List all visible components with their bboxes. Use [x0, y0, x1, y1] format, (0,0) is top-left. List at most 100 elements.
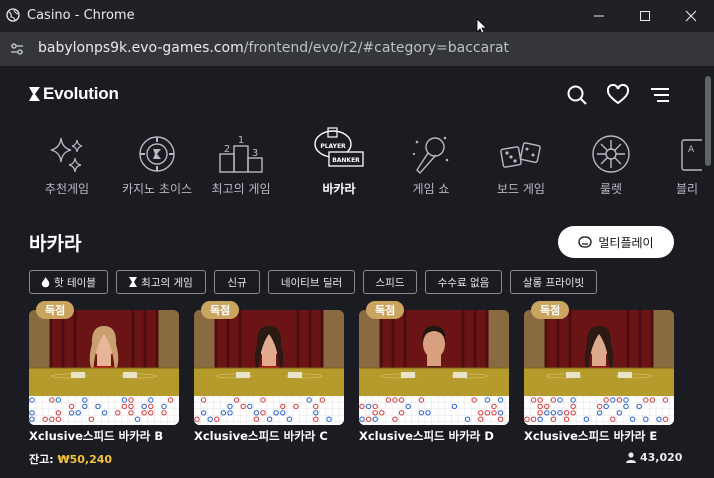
dealer-video-preview: [194, 310, 344, 396]
category-blackjack[interactable]: A 블리: [652, 134, 702, 204]
category-label: 게임 쇼: [386, 180, 476, 197]
menu-icon[interactable]: [649, 84, 671, 106]
table-name[interactable]: Xclusive스피드 바카라 B: [29, 428, 163, 444]
baccarat-icon: PLAYER BANKER: [311, 126, 367, 172]
minimize-button[interactable]: [576, 0, 622, 32]
exclusive-badge: 독점: [531, 301, 569, 319]
url-text[interactable]: babylonps9k.evo-games.com/frontend/evo/r…: [38, 40, 509, 56]
brand-name: Evolution: [43, 84, 119, 104]
scoreboard-roadmap: [194, 396, 344, 425]
sparkles-icon: [45, 134, 89, 176]
address-bar[interactable]: babylonps9k.evo-games.com/frontend/evo/r…: [0, 32, 714, 66]
scoreboard-roadmap: [524, 396, 674, 425]
table-card[interactable]: [194, 310, 344, 425]
minimize-icon: [593, 10, 605, 22]
filter-label: 최고의 게임: [141, 275, 193, 290]
dealer-video-preview: [29, 310, 179, 396]
svg-text:PLAYER: PLAYER: [320, 143, 346, 150]
filter-label: 수수료 없음: [438, 275, 490, 290]
close-button[interactable]: [668, 0, 714, 32]
filter-label: 살롱 프라이빗: [523, 275, 584, 290]
multi-play-label: 멀티플레이: [598, 234, 653, 251]
svg-text:A: A: [688, 145, 695, 155]
filter-label: 신규: [227, 275, 246, 290]
dealer-video-preview: [359, 310, 509, 396]
filter-hot-tables[interactable]: 핫 테이블: [29, 270, 108, 294]
category-label: 바카라: [294, 180, 384, 197]
search-icon[interactable]: [566, 84, 588, 106]
maximize-icon: [639, 10, 651, 22]
casino-page: Evolution 추천게임 카지노 초이스 1 2 3 최고의 게임 PLAY…: [0, 66, 702, 478]
section-title: 바카라: [29, 229, 81, 256]
filter-top-games[interactable]: 최고의 게임: [116, 270, 206, 294]
microphone-icon: [409, 134, 453, 176]
filter-label: 네이티브 딜러: [281, 275, 342, 290]
category-label: 추천게임: [22, 180, 112, 197]
exclusive-badge: 독점: [366, 301, 404, 319]
table-name[interactable]: Xclusive스피드 바카라 C: [194, 428, 328, 444]
filter-label: 핫 테이블: [54, 275, 96, 290]
scoreboard-roadmap: [359, 396, 509, 425]
category-label: 룰렛: [566, 180, 656, 197]
dealer-video-preview: [524, 310, 674, 396]
scrollbar-thumb[interactable]: [705, 76, 711, 166]
category-label: 블리: [676, 180, 702, 197]
chip-icon: [135, 134, 179, 176]
filter-native-dealer[interactable]: 네이티브 딜러: [268, 270, 355, 294]
flame-icon: [41, 277, 50, 288]
dice-icon: [498, 134, 544, 176]
filter-new[interactable]: 신규: [214, 270, 260, 294]
evolution-logo[interactable]: Evolution: [28, 84, 119, 104]
category-roulette[interactable]: 룰렛: [566, 134, 656, 204]
category-top-games[interactable]: 1 2 3 최고의 게임: [196, 134, 286, 204]
filter-label: 스피드: [376, 275, 405, 290]
table-card[interactable]: [524, 310, 674, 425]
player-count-value: 43,020: [640, 451, 682, 464]
exclusive-badge: 독점: [201, 301, 239, 319]
evo-icon: [129, 277, 137, 287]
svg-text:3: 3: [252, 148, 258, 159]
category-label: 보드 게임: [476, 180, 566, 197]
cards-icon: A: [672, 134, 702, 176]
category-nav: 추천게임 카지노 초이스 1 2 3 최고의 게임 PLAYER BANKER …: [0, 134, 702, 204]
user-icon: [626, 452, 636, 463]
maximize-button[interactable]: [622, 0, 668, 32]
table-name[interactable]: Xclusive스피드 바카라 D: [359, 428, 494, 444]
multi-play-icon: [578, 236, 592, 248]
category-recommended[interactable]: 추천게임: [22, 134, 112, 204]
filter-speed[interactable]: 스피드: [363, 270, 417, 294]
balance: 잔고: ₩50,240: [29, 451, 112, 467]
category-baccarat[interactable]: PLAYER BANKER 바카라: [294, 134, 384, 204]
window-titlebar: Casino - Chrome: [0, 0, 714, 32]
table-card[interactable]: [29, 310, 179, 425]
close-icon: [685, 10, 697, 22]
table-card[interactable]: [359, 310, 509, 425]
table-name[interactable]: Xclusive스피드 바카라 E: [524, 428, 657, 444]
svg-text:1: 1: [238, 135, 244, 146]
window-title: Casino - Chrome: [27, 8, 135, 23]
svg-text:2: 2: [224, 144, 230, 155]
roulette-icon: [589, 134, 633, 176]
podium-icon: 1 2 3: [216, 134, 266, 176]
page-scrollbar[interactable]: [702, 66, 714, 478]
category-label: 카지노 초이스: [112, 180, 202, 197]
exclusive-badge: 독점: [36, 301, 74, 319]
evolution-logo-icon: [28, 86, 41, 102]
multi-play-button[interactable]: 멀티플레이: [558, 226, 674, 258]
url-host: babylonps9k.evo-games.com: [38, 40, 244, 56]
scoreboard-roadmap: [29, 396, 179, 425]
balance-label: 잔고:: [29, 453, 54, 466]
site-settings-icon[interactable]: [9, 41, 25, 57]
globe-icon: [6, 8, 20, 22]
category-casino-choice[interactable]: 카지노 초이스: [112, 134, 202, 204]
player-count: 43,020: [626, 451, 682, 464]
balance-amount: ₩50,240: [57, 453, 112, 466]
filter-no-commission[interactable]: 수수료 없음: [425, 270, 502, 294]
category-label: 최고의 게임: [196, 180, 286, 197]
category-board-games[interactable]: 보드 게임: [476, 134, 566, 204]
svg-text:BANKER: BANKER: [332, 157, 360, 164]
favorites-heart-icon[interactable]: [607, 84, 629, 106]
url-path: /frontend/evo/r2/#category=baccarat: [244, 40, 509, 56]
filter-salon-prive[interactable]: 살롱 프라이빗: [510, 270, 597, 294]
category-game-show[interactable]: 게임 쇼: [386, 134, 476, 204]
